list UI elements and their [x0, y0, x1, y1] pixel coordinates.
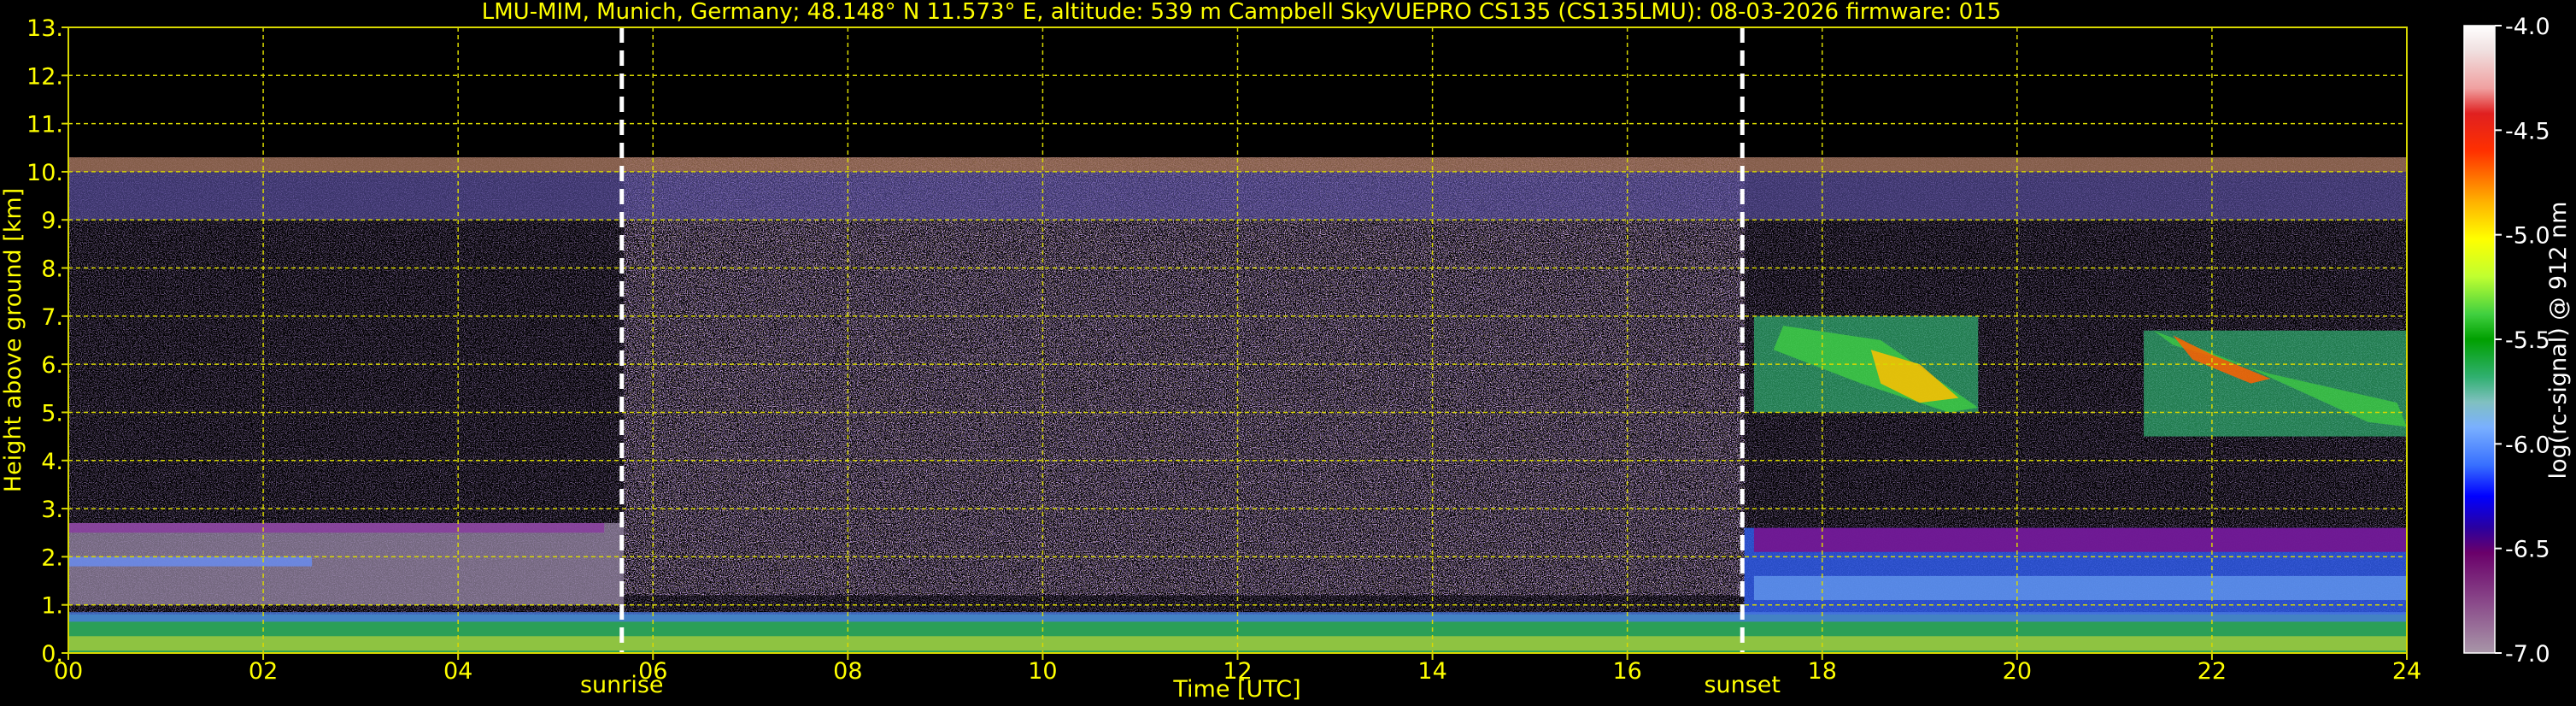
x-tick-label: 02	[249, 658, 278, 685]
colorbar-ticks: -4.0 -4.5 -5.0 -5.5 -6.0 -6.5 -7.0	[2495, 14, 2550, 668]
colorbar-tick-label: -6.5	[2505, 537, 2550, 563]
evening-layer-top	[1753, 527, 2407, 552]
colorbar-tick-label: -5.0	[2505, 223, 2550, 250]
ceilometer-chart: LMU-MIM, Munich, Germany; 48.148° N 11.5…	[0, 0, 2572, 703]
evening-layer-core	[1753, 575, 2407, 601]
y-tick-label: 8.	[41, 256, 63, 283]
y-tick-label: 6.	[41, 352, 63, 379]
plot-area: sunrise sunset	[67, 26, 2408, 698]
x-tick-label: 10	[1028, 658, 1057, 685]
y-tick-label: 3.	[41, 497, 63, 523]
x-tick-label: 16	[1612, 658, 1641, 685]
y-tick-label: 11.	[26, 112, 63, 138]
y-tick-label: 4.	[41, 449, 63, 475]
colorbar-tick-label: -7.0	[2505, 641, 2550, 668]
y-axis-ticks: 0. 1. 2. 3. 4. 5. 6. 7. 8. 9. 10. 11. 12. 13.	[26, 15, 68, 668]
residual-layer-top	[68, 522, 605, 533]
y-tick-label: 12.	[26, 63, 63, 90]
daytime-noise-speckle	[624, 157, 1745, 596]
colorbar-gradient	[2464, 26, 2495, 653]
x-tick-label: 08	[833, 658, 862, 685]
x-tick-label: 22	[2198, 658, 2227, 685]
y-tick-label: 0.	[41, 641, 63, 668]
colorbar-label: log(rc-signal) @ 912 nm	[2545, 202, 2572, 479]
colorbar-tick-label: -5.5	[2505, 327, 2550, 354]
x-tick-label: 04	[443, 658, 472, 685]
y-tick-label: 2.	[41, 544, 63, 571]
x-tick-label: 14	[1417, 658, 1446, 685]
sunset-label: sunset	[1704, 672, 1781, 698]
colorbar-tick-label: -4.5	[2505, 118, 2550, 144]
x-tick-label: 06	[638, 658, 667, 685]
colorbar-tick-label: -4.0	[2505, 14, 2550, 40]
y-tick-label: 1.	[41, 593, 63, 620]
colorbar-tick-label: -6.0	[2505, 432, 2550, 458]
colorbar: -4.0 -4.5 -5.0 -5.5 -6.0 -6.5 -7.0 log(rc-sign…	[2463, 14, 2572, 668]
y-tick-label: 10.	[26, 160, 63, 186]
y-tick-label: 5.	[41, 400, 63, 427]
x-axis-label: Time [UTC]	[1172, 676, 1300, 703]
x-tick-label: 24	[2392, 658, 2421, 685]
x-tick-label: 20	[2003, 658, 2032, 685]
y-axis-label: Height above ground [km]	[0, 188, 26, 492]
y-tick-label: 7.	[41, 304, 63, 331]
y-tick-label: 9.	[41, 208, 63, 234]
residual-layer-core	[68, 556, 313, 567]
x-tick-label: 18	[1808, 658, 1837, 685]
chart-title: LMU-MIM, Munich, Germany; 48.148° N 11.5…	[482, 0, 2001, 25]
y-tick-label: 13.	[26, 15, 63, 42]
